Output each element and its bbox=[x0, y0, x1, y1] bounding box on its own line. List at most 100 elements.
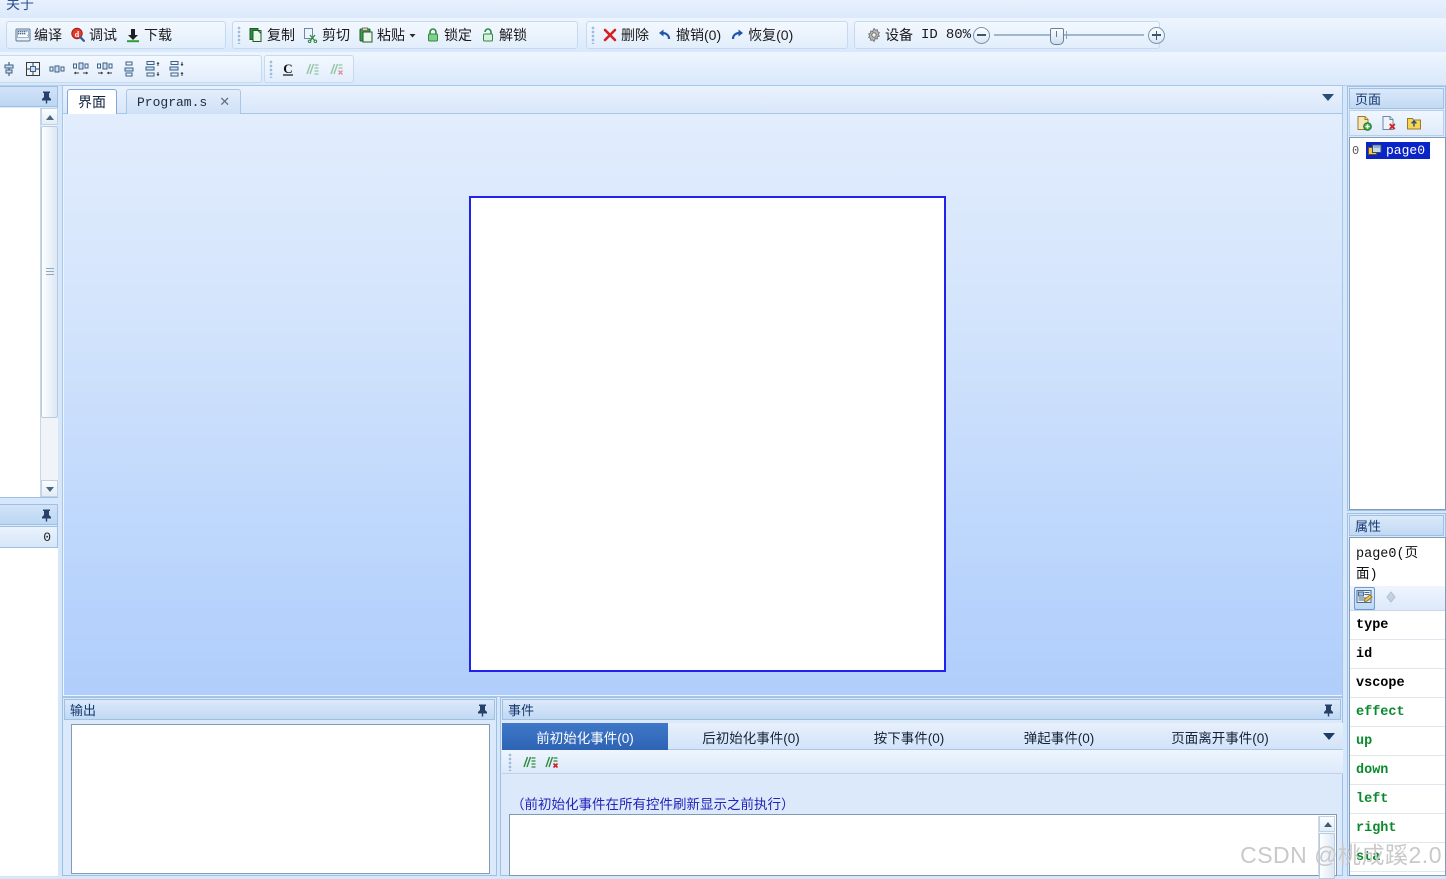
same-vertical-gap-icon-button[interactable] bbox=[141, 57, 165, 81]
shrink-vertical-gap-icon-button[interactable] bbox=[165, 57, 189, 81]
delete-page-icon[interactable] bbox=[1381, 115, 1397, 131]
toolbar-button-compile[interactable]: 编译 bbox=[11, 23, 66, 47]
property-row-sta[interactable]: sta bbox=[1350, 843, 1445, 872]
event-tab-press[interactable]: 按下事件(0) bbox=[834, 723, 984, 750]
event-tab-release[interactable]: 弹起事件(0) bbox=[984, 723, 1134, 750]
c-language-button[interactable]: C bbox=[276, 57, 300, 81]
distribute-horizontal-icon-button[interactable] bbox=[45, 57, 69, 81]
property-row-left[interactable]: left bbox=[1350, 785, 1445, 814]
pin-icon[interactable] bbox=[40, 90, 53, 104]
scroll-thumb[interactable] bbox=[41, 126, 58, 418]
event-tab-pre-init[interactable]: 前初始化事件(0) bbox=[502, 723, 668, 757]
property-row-vscope[interactable]: vscope bbox=[1350, 669, 1445, 698]
zoom-slider-group[interactable] bbox=[973, 26, 1166, 45]
add-comment-icon[interactable] bbox=[521, 754, 537, 770]
event-tab-overflow-chevron-down-icon[interactable] bbox=[1323, 733, 1335, 740]
toolbar-gripper[interactable] bbox=[508, 752, 512, 771]
left-lower-column-header[interactable]: 0 bbox=[0, 526, 58, 548]
toolbar-button-delete[interactable]: 删除 bbox=[598, 23, 653, 47]
debug-icon: d bbox=[70, 27, 86, 43]
property-key: effect bbox=[1356, 704, 1405, 720]
pin-icon[interactable] bbox=[40, 508, 53, 522]
pages-panel-caption: 页面 bbox=[1349, 88, 1444, 109]
add-comment-button[interactable] bbox=[300, 57, 324, 81]
event-tab-post-init-label: 后初始化事件(0) bbox=[702, 730, 800, 746]
tab-program-s[interactable]: Program.s ✕ bbox=[126, 89, 242, 114]
tab-overflow-chevron-down-icon[interactable] bbox=[1322, 94, 1334, 101]
zoom-in-icon[interactable] bbox=[1148, 26, 1166, 44]
pin-icon[interactable] bbox=[1322, 703, 1335, 717]
c-language-icon: C bbox=[280, 61, 296, 77]
tab-interface[interactable]: 界面 bbox=[67, 89, 117, 114]
event-tab-post-init[interactable]: 后初始化事件(0) bbox=[668, 723, 834, 750]
event-tab-page-leave[interactable]: 页面离开事件(0) bbox=[1134, 723, 1306, 750]
toolbar-button-copy[interactable]: 复制 bbox=[244, 23, 299, 47]
properties-body: page0(页面) type id vscope effect up down … bbox=[1349, 537, 1446, 876]
remove-comment-button[interactable] bbox=[324, 57, 348, 81]
align-grid-icon-button[interactable] bbox=[21, 57, 45, 81]
pages-panel: 页面 0 page0 bbox=[1347, 86, 1446, 511]
toolbar-button-lock-label: 锁定 bbox=[444, 27, 472, 43]
event-code-editor[interactable] bbox=[509, 814, 1337, 879]
close-icon[interactable]: ✕ bbox=[219, 94, 230, 110]
pages-tree[interactable]: 0 page0 bbox=[1349, 137, 1446, 510]
same-horizontal-gap-icon-button[interactable] bbox=[69, 57, 93, 81]
events-view-icon[interactable] bbox=[1383, 589, 1399, 608]
tab-interface-label: 界面 bbox=[78, 94, 106, 110]
align-center-vertical-icon-button[interactable] bbox=[0, 57, 21, 81]
toolbar-button-paste[interactable]: 粘贴 bbox=[354, 23, 421, 47]
property-row-down[interactable]: down bbox=[1350, 756, 1445, 785]
toolbar-gripper[interactable] bbox=[269, 60, 273, 78]
toolbar-button-unlock[interactable]: 解锁 bbox=[476, 23, 531, 47]
property-row-id[interactable]: id bbox=[1350, 640, 1445, 669]
toolbar-button-undo[interactable]: 撤销(0) bbox=[653, 23, 725, 47]
zoom-slider-track bbox=[994, 34, 1145, 36]
left-lower-column-value: 0 bbox=[43, 529, 51, 545]
zoom-out-icon[interactable] bbox=[973, 26, 991, 44]
zoom-slider-knob[interactable] bbox=[1050, 28, 1065, 45]
property-row-effect[interactable]: effect bbox=[1350, 698, 1445, 727]
property-key: up bbox=[1356, 733, 1373, 749]
toolbar-id-label[interactable]: ID bbox=[917, 23, 942, 47]
toolbar-gripper[interactable] bbox=[591, 26, 595, 44]
event-code-scrollbar[interactable] bbox=[1318, 816, 1335, 879]
unlock-icon bbox=[480, 27, 496, 43]
properties-view-icon[interactable] bbox=[1354, 586, 1375, 610]
output-textarea[interactable] bbox=[71, 724, 490, 874]
scroll-thumb[interactable] bbox=[1319, 833, 1335, 879]
toolbar-group-device: 设备 ID 80% bbox=[854, 21, 1166, 49]
toolbar-button-cut[interactable]: 剪切 bbox=[299, 23, 354, 47]
shrink-horizontal-gap-icon-button[interactable] bbox=[93, 57, 117, 81]
toolbar-button-download[interactable]: 下载 bbox=[121, 23, 176, 47]
property-row-type[interactable]: type bbox=[1350, 611, 1445, 640]
device-icon bbox=[866, 27, 882, 43]
toolbar-gripper[interactable] bbox=[237, 26, 241, 44]
toolbar-button-redo[interactable]: 恢复(0) bbox=[725, 23, 797, 47]
menu-item-about[interactable]: 关于 bbox=[6, 0, 34, 14]
toolbar-button-paste-label: 粘贴 bbox=[377, 27, 405, 43]
align-middle-icon-button[interactable] bbox=[117, 57, 141, 81]
toolbar-button-debug[interactable]: d 调试 bbox=[66, 23, 121, 47]
page-design-rect[interactable] bbox=[469, 196, 946, 672]
editor-tabstrip: 界面 Program.s ✕ bbox=[63, 86, 1342, 114]
toolbar-button-lock[interactable]: 锁定 bbox=[421, 23, 476, 47]
property-row-right[interactable]: right bbox=[1350, 814, 1445, 843]
property-key: type bbox=[1356, 617, 1389, 633]
add-page-icon[interactable] bbox=[1356, 115, 1372, 131]
tree-item-page0[interactable]: 0 page0 bbox=[1350, 142, 1445, 159]
scroll-up-arrow[interactable] bbox=[1319, 816, 1335, 832]
property-row-up[interactable]: up bbox=[1350, 727, 1445, 756]
design-canvas[interactable] bbox=[64, 114, 1342, 695]
toolbar-button-device[interactable]: 设备 bbox=[862, 23, 917, 47]
remove-comment-icon bbox=[328, 61, 344, 77]
zoom-slider[interactable] bbox=[994, 27, 1145, 45]
left-upper-scrollbar[interactable] bbox=[40, 108, 58, 497]
scroll-up-arrow[interactable] bbox=[41, 108, 58, 125]
property-key: down bbox=[1356, 762, 1389, 778]
pin-icon[interactable] bbox=[476, 703, 489, 717]
tree-item-selected[interactable]: page0 bbox=[1366, 142, 1431, 159]
paste-dropdown-icon[interactable] bbox=[408, 27, 417, 43]
remove-comment-icon[interactable] bbox=[543, 754, 559, 770]
scroll-down-arrow[interactable] bbox=[41, 480, 58, 497]
import-page-icon[interactable] bbox=[1406, 115, 1422, 131]
